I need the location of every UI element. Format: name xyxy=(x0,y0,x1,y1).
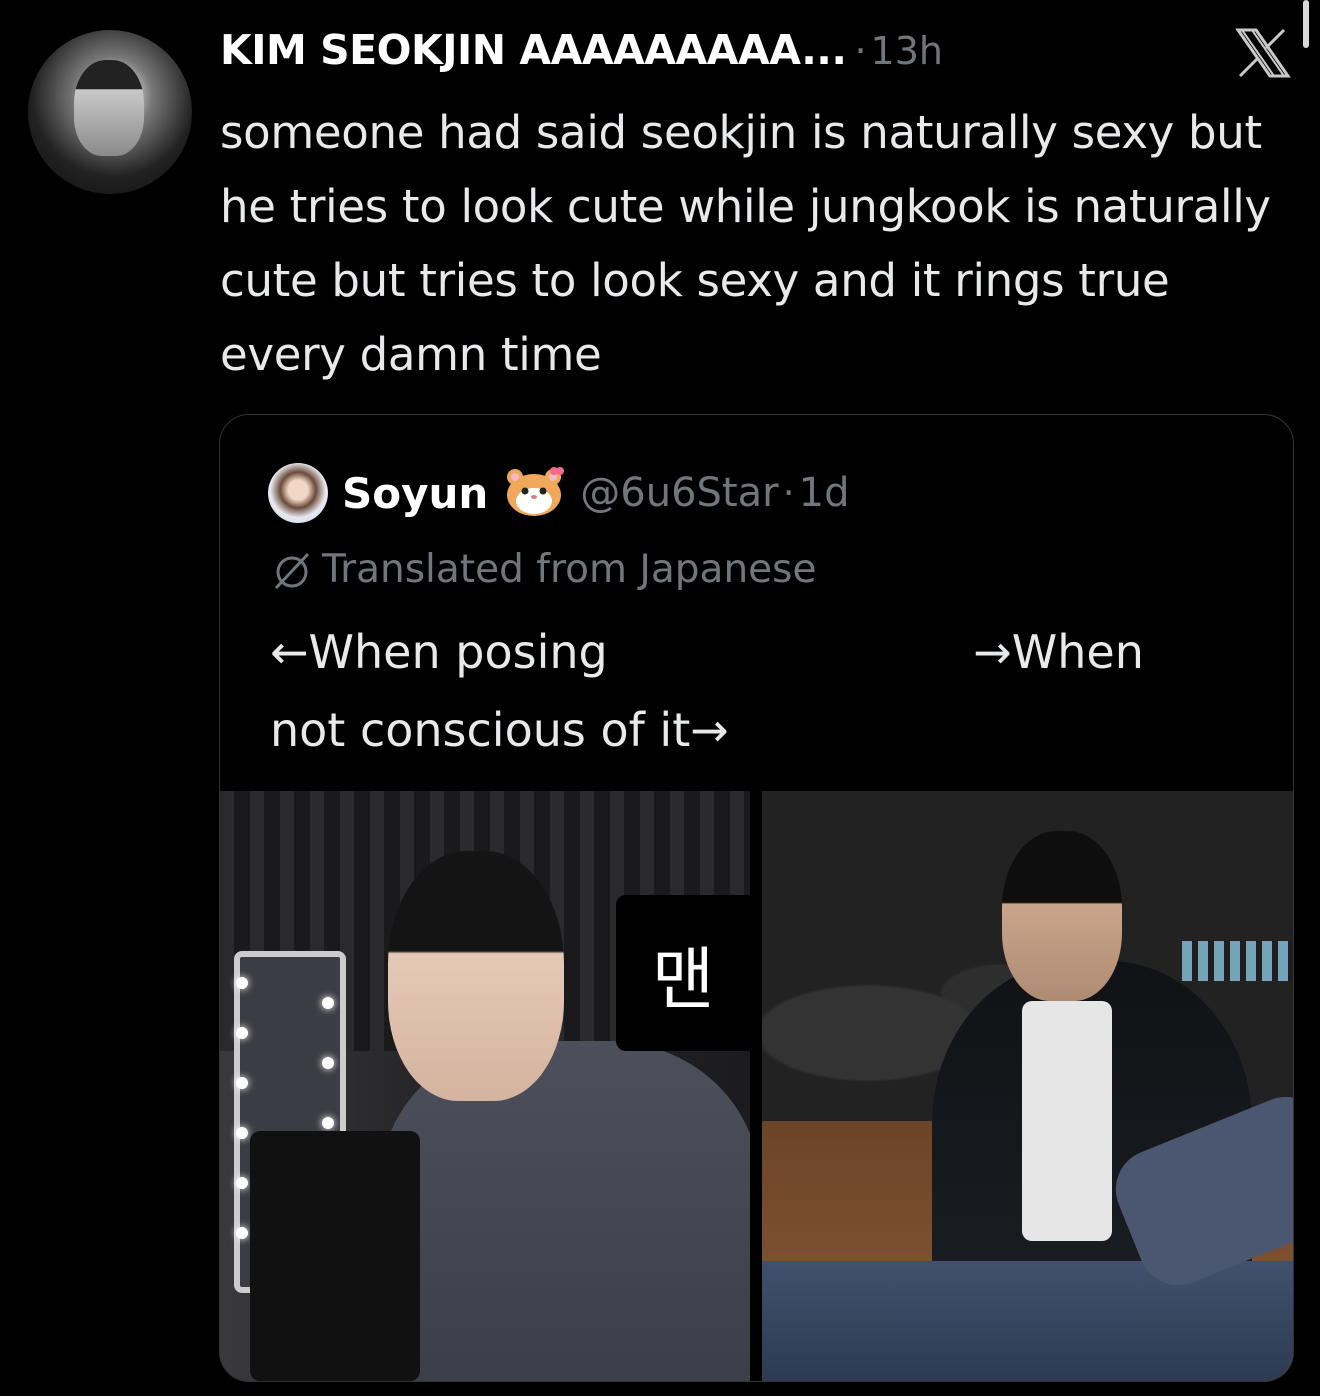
tweet-header: KIM SEOKJIN AAAAAAAAA... · 13h xyxy=(220,26,943,82)
quoted-tweet-text: ←When posing →When not conscious of it→ xyxy=(270,625,1144,757)
hamster-icon xyxy=(502,463,566,523)
quoted-author-handle[interactable]: @6u6Star xyxy=(580,470,778,516)
quoted-tweet-header: Soyun @6u6Star · 1d xyxy=(268,463,850,523)
media-photo-right[interactable] xyxy=(762,791,1293,1381)
translation-notice[interactable]: Translated from Japanese xyxy=(270,547,816,592)
quoted-tweet-media: 맨 xyxy=(220,791,1293,1381)
person-jeans xyxy=(762,1261,1293,1381)
camera-equipment xyxy=(250,1131,420,1381)
person-shirt xyxy=(1022,1001,1112,1241)
person-head xyxy=(1002,831,1122,1001)
tweet-text: someone had said seokjin is naturally se… xyxy=(220,106,1271,381)
quoted-header-separator: · xyxy=(782,471,795,515)
media-photo-left[interactable]: 맨 xyxy=(220,791,750,1381)
author-display-name[interactable]: KIM SEOKJIN AAAAAAAAA... xyxy=(220,26,847,74)
header-separator: · xyxy=(854,29,867,73)
quoted-tweet-card[interactable]: Soyun @6u6Star · 1d Translated from Japa… xyxy=(219,414,1294,1382)
quoted-tweet-timestamp[interactable]: 1d xyxy=(799,470,850,516)
avatar-photo xyxy=(74,60,144,156)
scrollbar[interactable] xyxy=(1303,0,1309,48)
water-bottles xyxy=(1182,941,1293,981)
quoted-author-name[interactable]: Soyun xyxy=(342,469,488,518)
tweet-timestamp[interactable]: 13h xyxy=(871,29,943,73)
x-close-icon[interactable] xyxy=(1232,26,1292,80)
person-head xyxy=(388,851,564,1101)
author-avatar[interactable] xyxy=(28,30,192,194)
quoted-author-avatar[interactable] xyxy=(268,463,328,523)
translate-icon xyxy=(274,552,310,589)
media-overlay-text: 맨 xyxy=(616,895,750,1051)
translation-label: Translated from Japanese xyxy=(322,547,817,592)
